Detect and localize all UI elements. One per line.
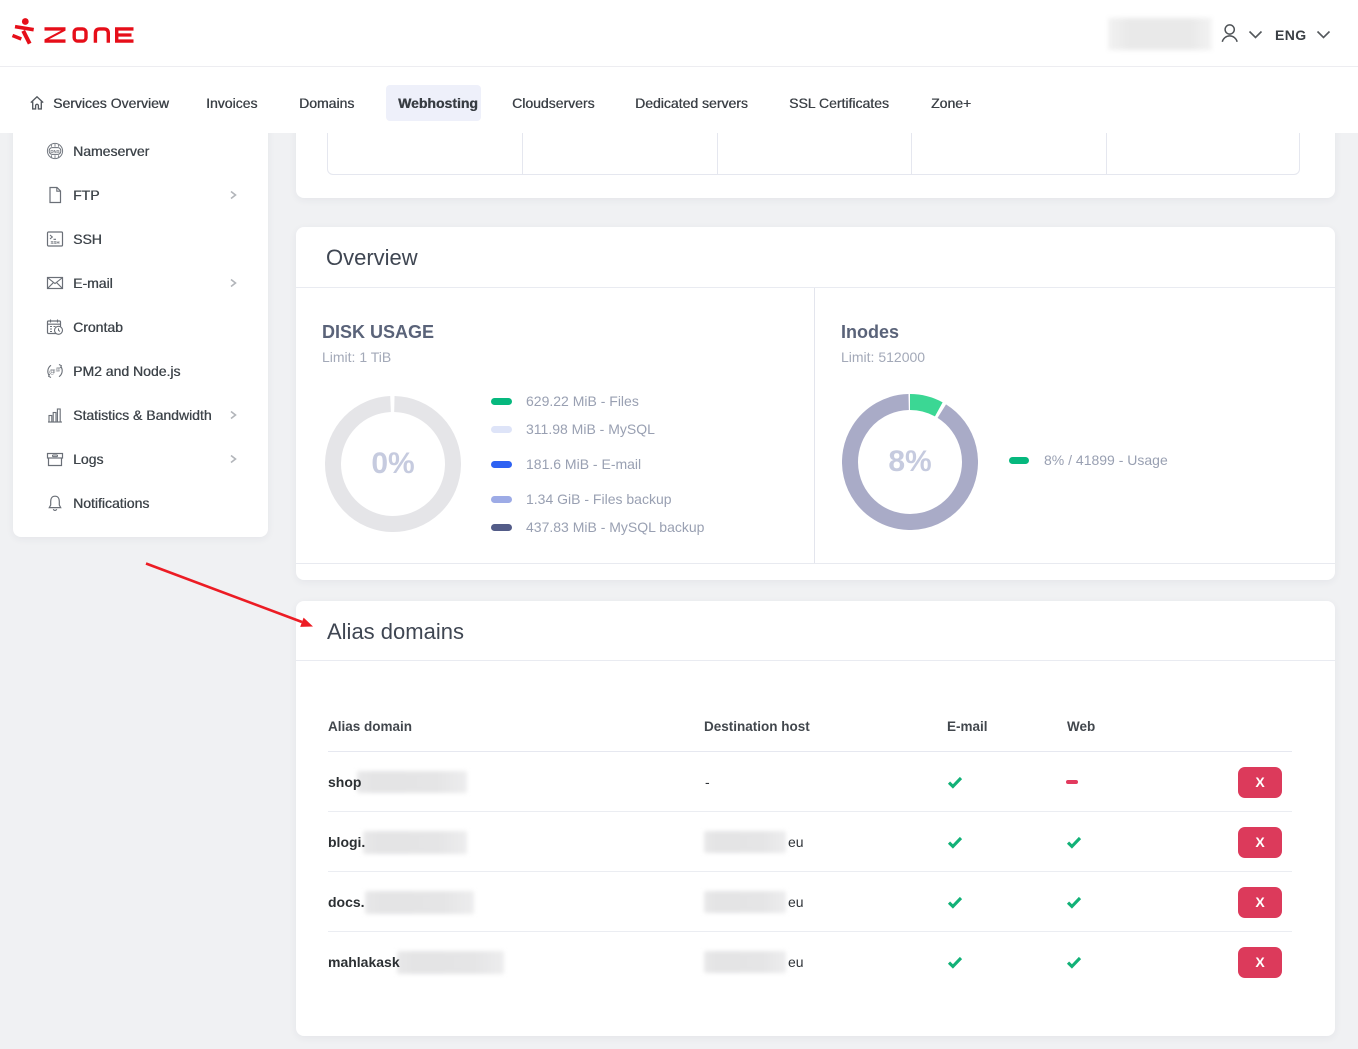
svg-text:@: @: [55, 367, 60, 373]
svg-text:DNS: DNS: [50, 149, 59, 154]
svg-text:SSH: SSH: [50, 240, 59, 245]
